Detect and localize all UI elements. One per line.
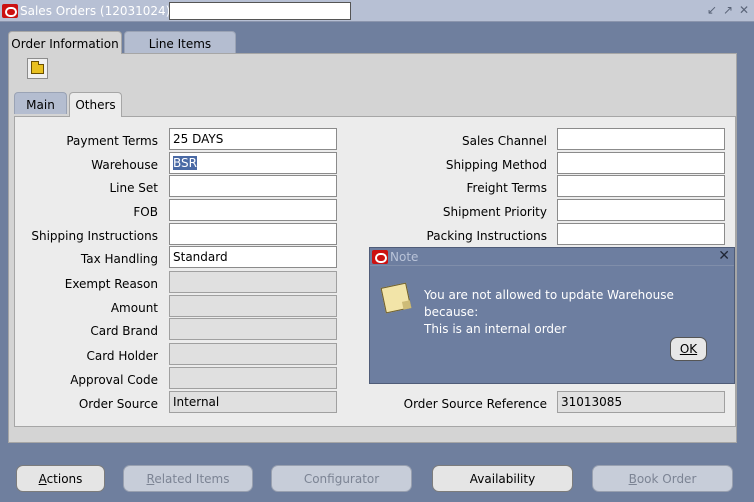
amount-field[interactable] bbox=[169, 295, 337, 317]
note-dialog: Note ✕ You are not allowed to update War… bbox=[369, 247, 735, 384]
open-folder-button[interactable] bbox=[27, 58, 48, 79]
shipping-method-field[interactable] bbox=[557, 152, 725, 174]
book-order-accel: B bbox=[628, 472, 637, 486]
dialog-message-line2: This is an internal order bbox=[424, 322, 567, 336]
oracle-logo-icon bbox=[372, 250, 388, 264]
dialog-message-line1: You are not allowed to update Warehouse … bbox=[424, 288, 674, 319]
freight-terms-label: Freight Terms bbox=[466, 181, 548, 195]
maximize-icon[interactable]: ↗ bbox=[722, 3, 734, 17]
configurator-label: Configurator bbox=[303, 472, 380, 486]
tab-line-items[interactable]: Line Items bbox=[124, 31, 236, 55]
warehouse-label: Warehouse bbox=[91, 158, 158, 172]
order-source-reference-field[interactable]: 31013085 bbox=[557, 391, 725, 413]
actions-label: ctions bbox=[46, 472, 83, 486]
availability-button[interactable]: Availability bbox=[432, 465, 573, 492]
order-source-label: Order Source bbox=[78, 397, 158, 411]
ok-label: OK bbox=[679, 342, 698, 356]
close-icon[interactable]: ✕ bbox=[738, 3, 750, 17]
tax-handling-field[interactable]: Standard bbox=[169, 246, 337, 268]
card-holder-label: Card Holder bbox=[86, 349, 158, 363]
dialog-close-icon[interactable]: ✕ bbox=[718, 248, 730, 264]
book-order-button[interactable]: Book Order bbox=[592, 465, 733, 492]
sales-channel-label: Sales Channel bbox=[461, 134, 547, 148]
folder-open-icon bbox=[31, 61, 44, 74]
minimize-icon[interactable]: ↙ bbox=[706, 3, 718, 17]
tab-order-information[interactable]: Order Information bbox=[8, 31, 122, 54]
window-title-bar: Sales Orders (12031024) - ↙ ↗ ✕ bbox=[0, 0, 754, 22]
window-title: Sales Orders (12031024) - bbox=[20, 4, 179, 18]
order-source-reference-label: Order Source Reference bbox=[403, 397, 547, 411]
freight-terms-field[interactable] bbox=[557, 175, 725, 197]
tax-handling-label: Tax Handling bbox=[80, 252, 158, 266]
payment-terms-field[interactable]: 25 DAYS bbox=[169, 128, 337, 150]
ok-button[interactable]: OK bbox=[670, 337, 707, 361]
fob-label: FOB bbox=[133, 205, 158, 219]
shipment-priority-field[interactable] bbox=[557, 199, 725, 221]
fob-field[interactable] bbox=[169, 199, 337, 221]
warehouse-value: BSR bbox=[173, 156, 197, 170]
warehouse-field[interactable]: BSR bbox=[169, 152, 337, 174]
actions-accel: A bbox=[38, 472, 47, 486]
card-brand-label: Card Brand bbox=[90, 324, 158, 338]
actions-button[interactable]: Actions bbox=[16, 465, 105, 492]
amount-label: Amount bbox=[110, 301, 158, 315]
shipment-priority-label: Shipment Priority bbox=[442, 205, 547, 219]
exempt-reason-field[interactable] bbox=[169, 271, 337, 293]
note-icon bbox=[380, 282, 412, 314]
dialog-message: You are not allowed to update Warehouse … bbox=[424, 287, 724, 338]
packing-instructions-field[interactable] bbox=[557, 223, 725, 245]
exempt-reason-label: Exempt Reason bbox=[64, 277, 158, 291]
shipping-instructions-field[interactable] bbox=[169, 223, 337, 245]
order-source-field[interactable]: Internal bbox=[169, 391, 337, 413]
card-brand-field[interactable] bbox=[169, 318, 337, 340]
payment-terms-label: Payment Terms bbox=[66, 134, 158, 148]
related-items-button[interactable]: Related Items bbox=[123, 465, 253, 492]
window-title-context-field bbox=[169, 2, 351, 20]
oracle-logo-icon bbox=[2, 4, 18, 18]
approval-code-field[interactable] bbox=[169, 367, 337, 389]
availability-label: Availability bbox=[469, 472, 536, 486]
card-holder-field[interactable] bbox=[169, 343, 337, 365]
line-set-field[interactable] bbox=[169, 175, 337, 197]
related-items-label: elated Items bbox=[154, 472, 230, 486]
approval-code-label: Approval Code bbox=[70, 373, 158, 387]
sales-channel-field[interactable] bbox=[557, 128, 725, 150]
dialog-title: Note bbox=[390, 250, 419, 264]
book-order-label: ook Order bbox=[636, 472, 697, 486]
configurator-button[interactable]: Configurator bbox=[271, 465, 412, 492]
shipping-method-label: Shipping Method bbox=[445, 158, 547, 172]
dialog-title-bar: Note ✕ bbox=[370, 248, 734, 266]
packing-instructions-label: Packing Instructions bbox=[426, 229, 547, 243]
tab-others[interactable]: Others bbox=[69, 92, 122, 117]
line-set-label: Line Set bbox=[109, 181, 158, 195]
shipping-instructions-label: Shipping Instructions bbox=[31, 229, 158, 243]
tab-main[interactable]: Main bbox=[14, 92, 67, 114]
